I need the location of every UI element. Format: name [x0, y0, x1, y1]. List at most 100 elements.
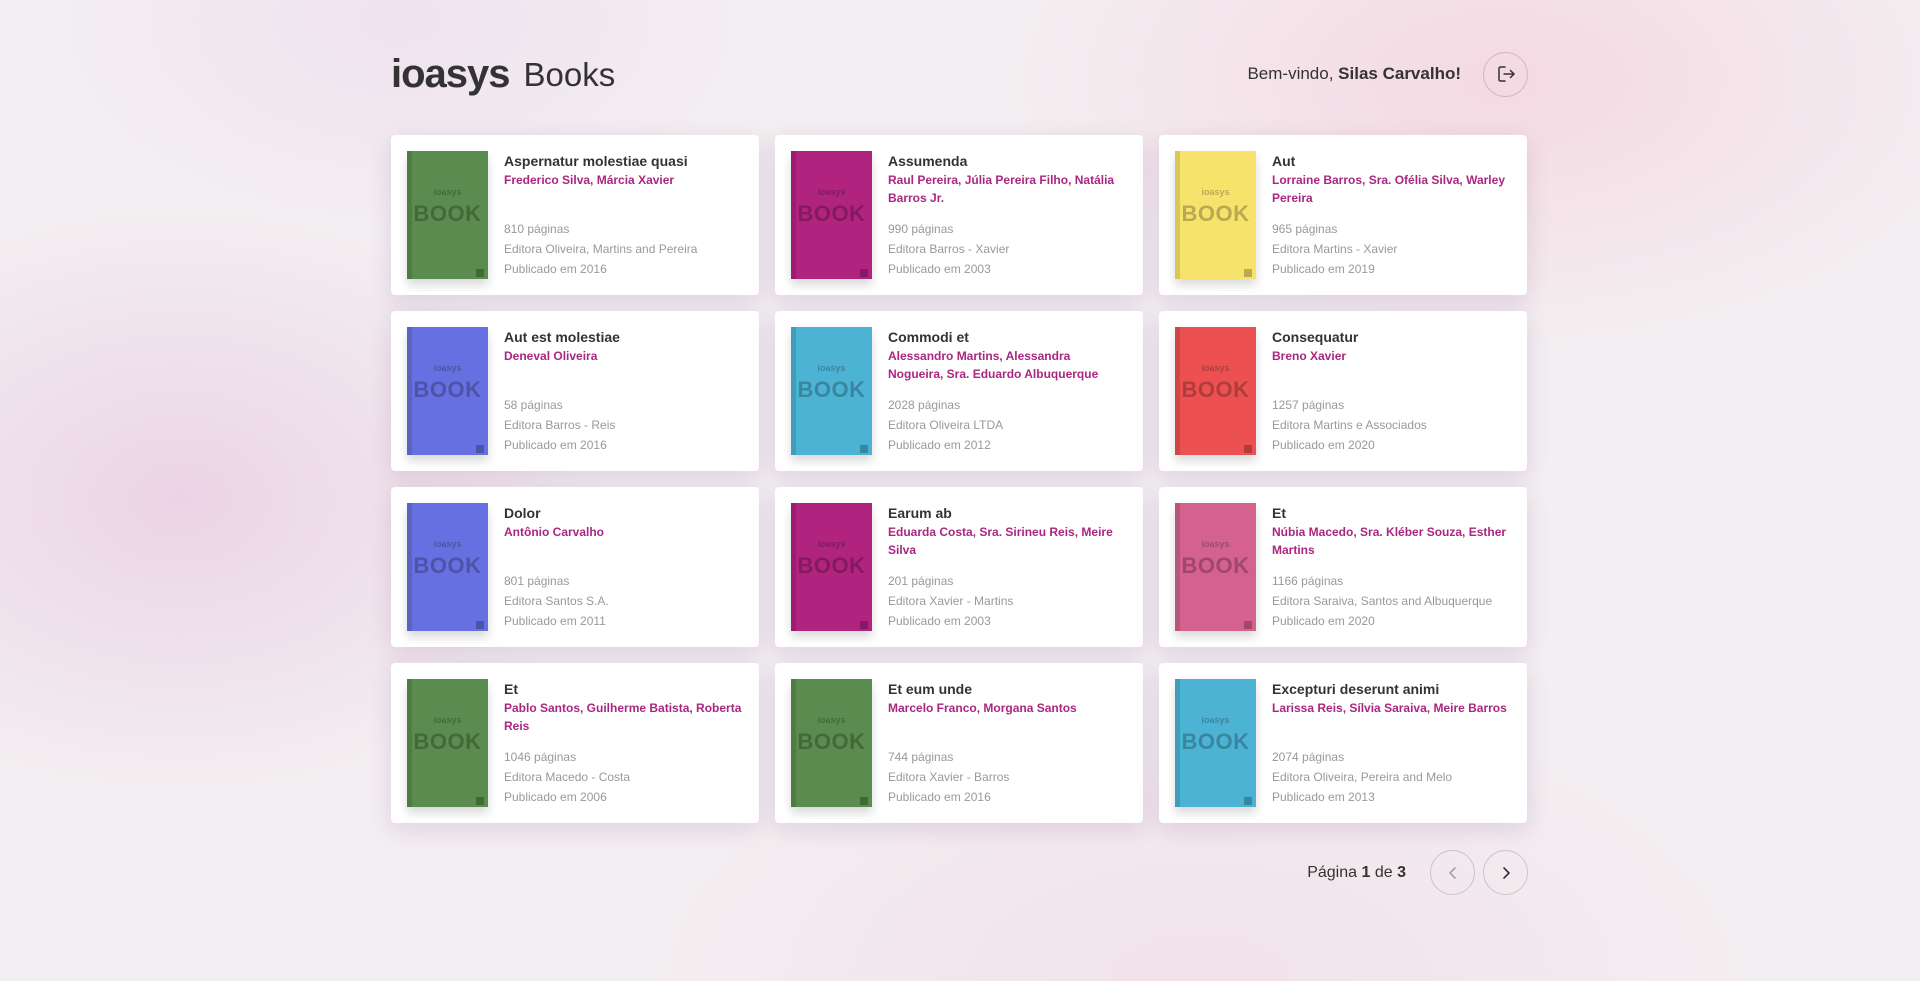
book-card[interactable]: ioasys BOOK Earum ab Eduarda Costa, Sra. Si…: [775, 487, 1143, 647]
pagination: Página 1 de 3: [391, 850, 1528, 895]
cover-brand: ioasys: [433, 187, 462, 197]
page-container: ioasys Books Bem-vindo, Silas Carvalho! …: [391, 50, 1528, 895]
book-published: Publicado em 2013: [1272, 790, 1375, 804]
cover-brand: ioasys: [1201, 363, 1230, 373]
book-authors: Alessandro Martins, Alessandra Nogueira,…: [888, 349, 1099, 381]
book-title: Excepturi deserunt animi: [1272, 681, 1440, 697]
book-card[interactable]: ioasys BOOK Dolor Antônio Carvalho 801 págin…: [391, 487, 759, 647]
book-authors: Antônio Carvalho: [504, 525, 605, 539]
book-pages: 201 páginas: [888, 574, 954, 588]
book-publisher: Editora Barros - Reis: [504, 418, 616, 432]
book-pages: 2028 páginas: [888, 398, 961, 412]
book-authors: Breno Xavier: [1272, 349, 1347, 363]
book-cover: ioasys BOOK: [407, 327, 488, 455]
book-card[interactable]: ioasys BOOK Aut est molestiae Deneval Olive…: [391, 311, 759, 471]
cover-word: BOOK: [413, 553, 482, 578]
book-card[interactable]: ioasys BOOK Consequatur Breno Xavier 1257 pá…: [1159, 311, 1527, 471]
cover-mark: [476, 445, 484, 453]
cover-mark: [1244, 621, 1252, 629]
book-info: Assumenda Raul Pereira, Júlia Pereira Fil…: [888, 151, 1127, 279]
cover-mark: [860, 621, 868, 629]
book-publisher: Editora Oliveira, Pereira and Melo: [1272, 770, 1453, 784]
book-published: Publicado em 2016: [504, 438, 607, 452]
cover-mark: [476, 269, 484, 277]
cover-brand: ioasys: [817, 715, 846, 725]
book-publisher: Editora Xavier - Martins: [888, 594, 1014, 608]
book-publisher: Editora Saraiva, Santos and Albuquerque: [1272, 594, 1493, 608]
book-cover: ioasys BOOK: [407, 151, 488, 279]
book-card[interactable]: ioasys BOOK Commodi et Alessandro Martins, …: [775, 311, 1143, 471]
book-card[interactable]: ioasys BOOK Aut Lorraine Barros, Sra. Oféli…: [1159, 135, 1527, 295]
book-pages: 1257 páginas: [1272, 398, 1345, 412]
book-card[interactable]: ioasys BOOK Assumenda Raul Pereira, Júlia P…: [775, 135, 1143, 295]
cover-brand: ioasys: [817, 363, 846, 373]
book-info: Aut Lorraine Barros, Sra. Ofélia Silva, W…: [1272, 151, 1511, 279]
logo: ioasys Books: [391, 54, 615, 94]
book-cover: ioasys BOOK: [1175, 151, 1256, 279]
book-card[interactable]: ioasys BOOK Et Núbia Macedo, Sra. Kléber So…: [1159, 487, 1527, 647]
book-cover: ioasys BOOK: [407, 503, 488, 631]
book-meta: 2028 páginas Editora Oliveira LTDA Publica…: [888, 395, 1127, 455]
total-pages: 3: [1397, 863, 1406, 881]
previous-page-button[interactable]: [1430, 850, 1475, 895]
cover-word: BOOK: [1181, 201, 1250, 226]
book-publisher: Editora Martins - Xavier: [1272, 242, 1398, 256]
book-pages: 2074 páginas: [1272, 750, 1345, 764]
brand-logo: ioasys: [391, 52, 511, 96]
book-card[interactable]: ioasys BOOK Et Pablo Santos, Guilherme Bati…: [391, 663, 759, 823]
book-published: Publicado em 2006: [504, 790, 607, 804]
book-info: Aut est molestiae Deneval Oliveira 58 pági…: [504, 327, 743, 455]
book-info: Earum ab Eduarda Costa, Sra. Sirineu Reis…: [888, 503, 1127, 631]
book-title: Et: [504, 681, 518, 697]
cover-mark: [1244, 269, 1252, 277]
cover-brand: ioasys: [1201, 187, 1230, 197]
cover-brand: ioasys: [433, 363, 462, 373]
book-title: Et: [1272, 505, 1286, 521]
cover-brand: ioasys: [433, 539, 462, 549]
cover-word: BOOK: [413, 201, 482, 226]
book-meta: 744 páginas Editora Xavier - Barros Public…: [888, 747, 1127, 807]
book-meta: 990 páginas Editora Barros - Xavier Public…: [888, 219, 1127, 279]
book-authors: Pablo Santos, Guilherme Batista, Roberta…: [504, 701, 742, 733]
cover-mark: [476, 797, 484, 805]
book-title: Assumenda: [888, 153, 968, 169]
book-publisher: Editora Macedo - Costa: [504, 770, 631, 784]
book-info: Aspernatur molestiae quasi Frederico Silv…: [504, 151, 743, 279]
book-info: Et Pablo Santos, Guilherme Batista, Rober…: [504, 679, 743, 807]
chevron-left-icon: [1448, 866, 1456, 879]
book-authors: Marcelo Franco, Morgana Santos: [888, 701, 1077, 715]
book-cover: ioasys BOOK: [791, 327, 872, 455]
book-grid: ioasys BOOK Aspernatur molestiae quasi Fred…: [391, 135, 1528, 823]
book-publisher: Editora Santos S.A.: [504, 594, 609, 608]
book-card[interactable]: ioasys BOOK Excepturi deserunt animi Lariss…: [1159, 663, 1527, 823]
book-cover: ioasys BOOK: [1175, 327, 1256, 455]
book-authors: Frederico Silva, Márcia Xavier: [504, 173, 675, 187]
book-publisher: Editora Martins e Associados: [1272, 418, 1427, 432]
book-card[interactable]: ioasys BOOK Et eum unde Marcelo Franco, Mor…: [775, 663, 1143, 823]
book-published: Publicado em 2003: [888, 262, 991, 276]
cover-mark: [860, 269, 868, 277]
book-publisher: Editora Xavier - Barros: [888, 770, 1010, 784]
book-cover: ioasys BOOK: [1175, 503, 1256, 631]
book-pages: 58 páginas: [504, 398, 563, 412]
book-publisher: Editora Oliveira LTDA: [888, 418, 1004, 432]
book-authors: Eduarda Costa, Sra. Sirineu Reis, Meire …: [888, 525, 1113, 557]
app-title: Books: [523, 55, 616, 93]
book-published: Publicado em 2019: [1272, 262, 1375, 276]
cover-mark: [860, 797, 868, 805]
cover-mark: [1244, 445, 1252, 453]
book-authors: Deneval Oliveira: [504, 349, 598, 363]
book-cover: ioasys BOOK: [791, 503, 872, 631]
book-authors: Raul Pereira, Júlia Pereira Filho, Natál…: [888, 173, 1115, 205]
book-published: Publicado em 2003: [888, 614, 991, 628]
cover-mark: [476, 621, 484, 629]
book-card[interactable]: ioasys BOOK Aspernatur molestiae quasi Fred…: [391, 135, 759, 295]
book-pages: 744 páginas: [888, 750, 954, 764]
logout-button[interactable]: [1483, 51, 1528, 97]
book-info: Et Núbia Macedo, Sra. Kléber Souza, Esthe…: [1272, 503, 1511, 631]
book-meta: 1046 páginas Editora Macedo - Costa Public…: [504, 747, 743, 807]
book-cover: ioasys BOOK: [791, 151, 872, 279]
page-separator: de: [1374, 863, 1393, 881]
book-authors: Núbia Macedo, Sra. Kléber Souza, Esther …: [1272, 525, 1507, 557]
next-page-button[interactable]: [1483, 850, 1528, 895]
